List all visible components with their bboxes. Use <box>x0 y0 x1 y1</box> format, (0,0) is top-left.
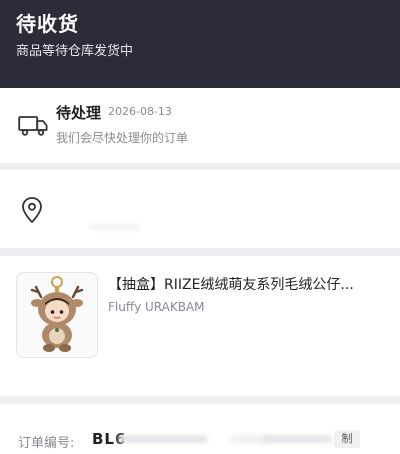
logistics-status-card[interactable]: 待处理 2026-08-13 我们会尽快处理你的订单 <box>0 88 400 163</box>
status-label: 待处理 <box>56 104 102 122</box>
redacted-order-number <box>118 435 208 443</box>
copy-order-number-button[interactable]: 制 <box>334 430 360 448</box>
order-status-title: 待收货 <box>16 12 79 36</box>
order-detail-page: 待收货 商品等待仓库发货中 待处理 2026-08-13 我们会尽快处理你的订单 <box>0 0 400 454</box>
order-status-header: 待收货 商品等待仓库发货中 <box>0 0 400 88</box>
product-variant: Fluffy URAKBAM <box>108 300 205 314</box>
order-status-subtitle: 商品等待仓库发货中 <box>16 44 134 59</box>
product-title[interactable]: 【抽盒】RIIZE绒绒萌友系列毛绒公仔... <box>108 274 368 294</box>
redacted-order-number <box>262 435 332 443</box>
redacted-address <box>90 224 140 230</box>
order-number-card: 订单编号: BL6 制 <box>0 404 400 454</box>
shipping-address-card[interactable] <box>0 170 400 248</box>
product-item-card[interactable]: 【抽盒】RIIZE绒绒萌友系列毛绒公仔... Fluffy URAKBAM <box>0 256 400 396</box>
status-date: 2026-08-13 <box>108 105 172 118</box>
status-description: 我们会尽快处理你的订单 <box>56 131 189 145</box>
location-pin-icon <box>20 196 44 224</box>
order-number-label: 订单编号: <box>18 436 75 451</box>
truck-icon <box>18 114 48 136</box>
product-thumbnail[interactable] <box>16 272 98 358</box>
